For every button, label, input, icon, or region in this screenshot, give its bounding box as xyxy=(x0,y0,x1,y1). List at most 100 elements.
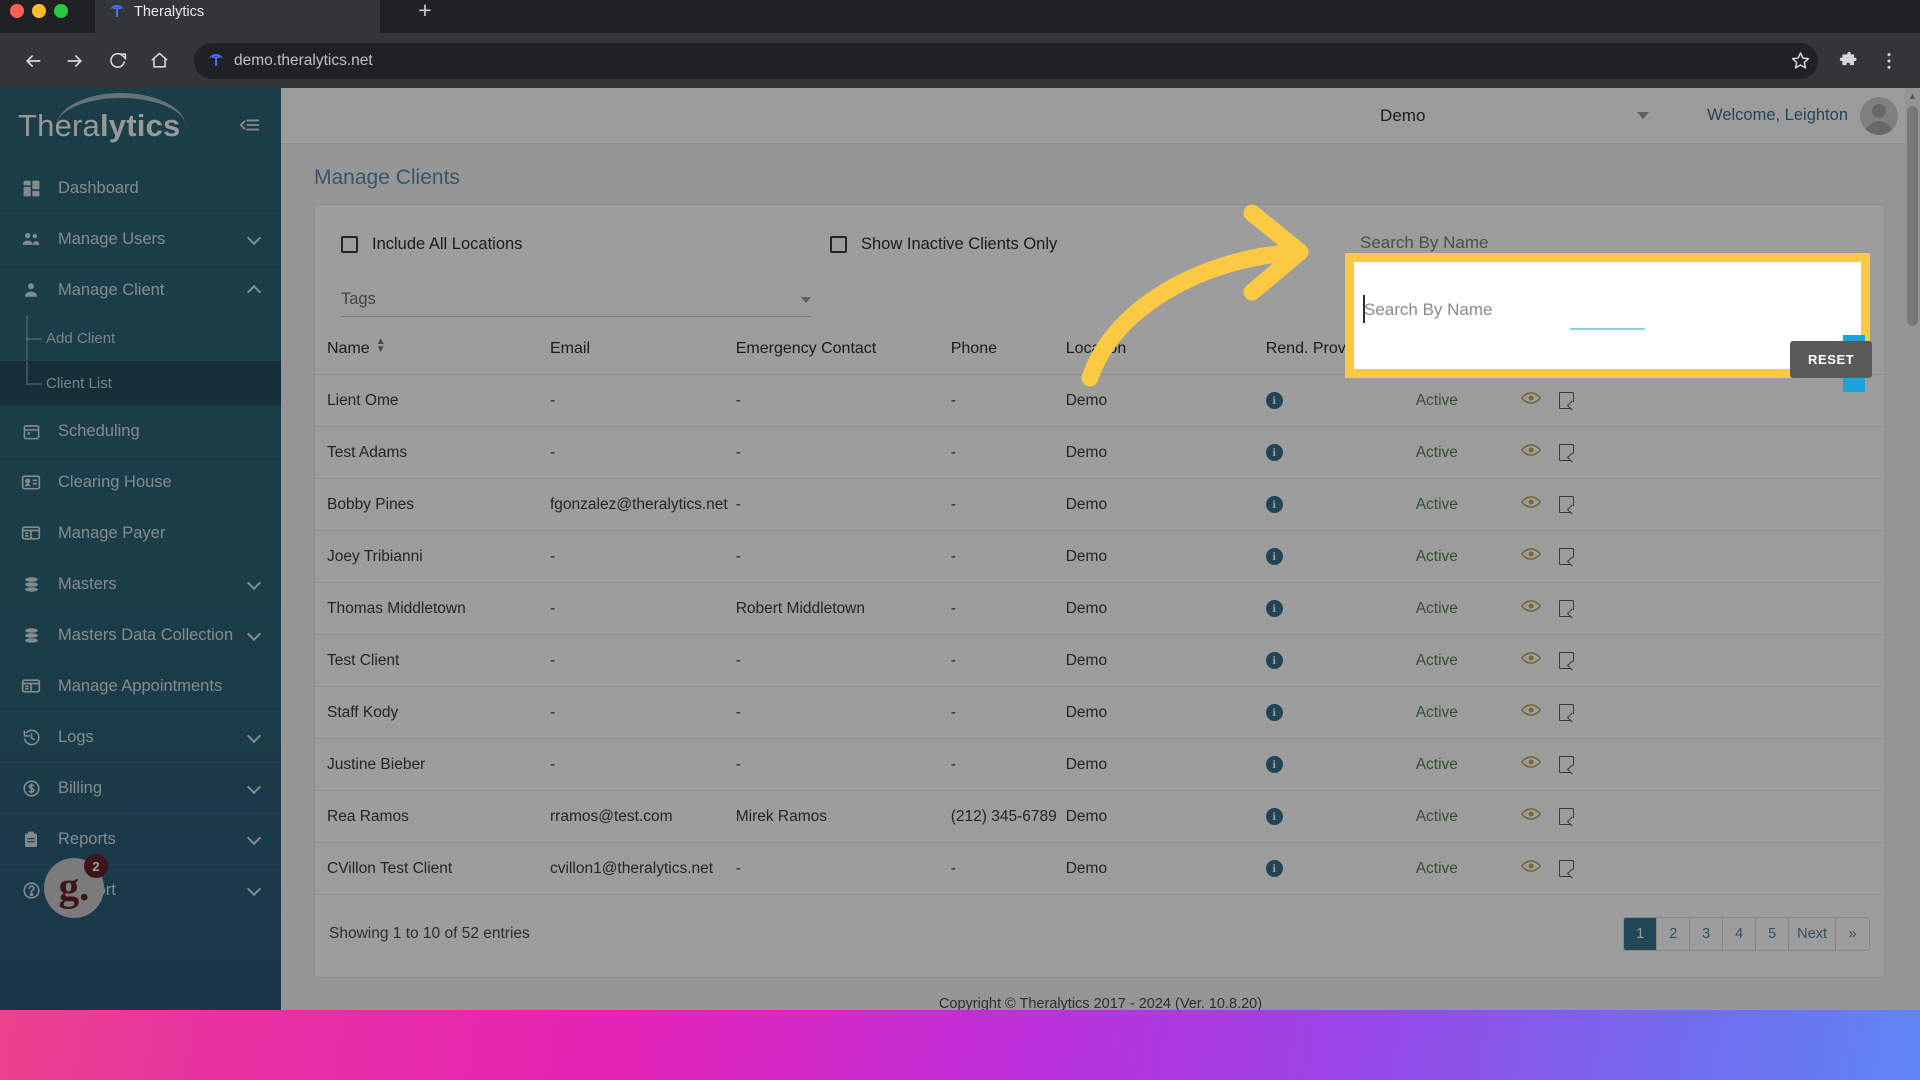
pagination-item[interactable]: 4 xyxy=(1723,918,1756,950)
organization-select[interactable]: Demo xyxy=(1380,106,1655,126)
column-header-name[interactable]: Name▲▼ xyxy=(315,323,550,375)
reset-button[interactable]: RESET xyxy=(1734,285,1816,325)
star-icon[interactable] xyxy=(1782,43,1818,79)
kebab-menu-icon[interactable] xyxy=(1872,44,1906,78)
note-icon[interactable] xyxy=(1559,704,1574,721)
new-tab-button[interactable]: + xyxy=(408,0,442,26)
sidebar-item-manage-client[interactable]: Manage Client xyxy=(0,265,281,316)
note-icon[interactable] xyxy=(1559,756,1574,773)
checkbox-box[interactable] xyxy=(830,236,847,253)
collapse-sidebar-icon[interactable] xyxy=(239,114,261,141)
column-header-action[interactable]: Action xyxy=(1521,323,1884,375)
info-icon[interactable]: i xyxy=(1266,860,1283,877)
sidebar-item-masters-data-collection[interactable]: Masters Data Collection xyxy=(0,610,281,661)
sidebar-item-scheduling[interactable]: Scheduling xyxy=(0,406,281,457)
sidebar-item-reports[interactable]: Reports xyxy=(0,814,281,865)
sidebar-item-support[interactable]: Support xyxy=(0,865,281,916)
welcome-message[interactable]: Welcome, Leighton xyxy=(1707,106,1848,125)
note-icon[interactable] xyxy=(1559,496,1574,513)
table-row[interactable]: Joey Tribianni---DemoiActive xyxy=(315,531,1884,583)
info-icon[interactable]: i xyxy=(1266,548,1283,565)
eye-icon[interactable] xyxy=(1521,547,1541,566)
pagination-item[interactable]: Next xyxy=(1789,918,1836,950)
note-icon[interactable] xyxy=(1559,600,1574,617)
eye-icon[interactable] xyxy=(1521,807,1541,826)
sidebar-item-masters[interactable]: Masters xyxy=(0,559,281,610)
info-icon[interactable]: i xyxy=(1266,600,1283,617)
close-window-button[interactable] xyxy=(10,4,24,18)
pagination-item[interactable]: 3 xyxy=(1690,918,1723,950)
pagination-item[interactable]: » xyxy=(1836,918,1869,950)
eye-icon[interactable] xyxy=(1521,651,1541,670)
sidebar-item-billing[interactable]: Billing xyxy=(0,763,281,814)
tags-select[interactable]: Tags xyxy=(341,290,811,317)
chat-widget-badge[interactable]: g. 2 xyxy=(44,858,104,918)
search-input[interactable]: Search By Name xyxy=(1360,233,1860,262)
table-row[interactable]: Bobby Pinesfgonzalez@theralytics.net--De… xyxy=(315,479,1884,531)
forward-arrow-icon[interactable] xyxy=(56,42,94,80)
table-row[interactable]: Test Adams---DemoiActive xyxy=(315,427,1884,479)
sidebar-item-add-client[interactable]: Add Client xyxy=(0,316,281,361)
info-icon[interactable]: i xyxy=(1266,756,1283,773)
pagination-item[interactable]: 2 xyxy=(1657,918,1690,950)
window-controls[interactable] xyxy=(10,0,68,22)
table-row[interactable]: Rea Ramosrramos@test.comMirek Ramos(212)… xyxy=(315,791,1884,843)
sidebar-item-dashboard[interactable]: Dashboard xyxy=(0,163,281,214)
table-row[interactable]: Justine Bieber---DemoiActive xyxy=(315,739,1884,791)
table-row[interactable]: Lient Ome---DemoiActive xyxy=(315,375,1884,427)
table-row[interactable]: Staff Kody---DemoiActive xyxy=(315,687,1884,739)
note-icon[interactable] xyxy=(1559,860,1574,877)
home-icon[interactable] xyxy=(140,42,178,80)
sidebar-item-client-list[interactable]: Client List xyxy=(0,361,281,406)
eye-icon[interactable] xyxy=(1521,599,1541,618)
minimize-window-button[interactable] xyxy=(32,4,46,18)
info-icon[interactable]: i xyxy=(1266,808,1283,825)
include-all-locations-checkbox[interactable]: Include All Locations xyxy=(341,235,522,254)
table-row[interactable]: CVillon Test Clientcvillon1@theralytics.… xyxy=(315,843,1884,895)
page-scrollbar[interactable]: ▲ xyxy=(1905,88,1920,1010)
brand-logo[interactable]: Theralytics xyxy=(0,88,281,163)
eye-icon[interactable] xyxy=(1521,443,1541,462)
column-header-location[interactable]: Location xyxy=(1066,323,1266,375)
search-button[interactable] xyxy=(1822,285,1868,325)
column-header-status[interactable]: Status xyxy=(1416,323,1521,375)
column-header-phone[interactable]: Phone xyxy=(951,323,1066,375)
eye-icon[interactable] xyxy=(1521,495,1541,514)
user-avatar-icon[interactable] xyxy=(1860,97,1898,135)
browser-tab[interactable]: T Theralytics xyxy=(95,0,380,33)
scrollbar-thumb[interactable] xyxy=(1907,106,1918,326)
column-header-emergency-contact[interactable]: Emergency Contact xyxy=(736,323,951,375)
info-icon[interactable]: i xyxy=(1266,652,1283,669)
reload-icon[interactable] xyxy=(98,42,136,80)
maximize-window-button[interactable] xyxy=(54,4,68,18)
table-row[interactable]: Test Client---DemoiActive xyxy=(315,635,1884,687)
sort-icon[interactable]: ▲▼ xyxy=(376,338,385,354)
info-icon[interactable]: i xyxy=(1266,704,1283,721)
note-icon[interactable] xyxy=(1559,652,1574,669)
info-icon[interactable]: i xyxy=(1266,392,1283,409)
eye-icon[interactable] xyxy=(1521,755,1541,774)
table-row[interactable]: Thomas Middletown-Robert Middletown-Demo… xyxy=(315,583,1884,635)
checkbox-box[interactable] xyxy=(341,236,358,253)
eye-icon[interactable] xyxy=(1521,859,1541,878)
column-header-email[interactable]: Email xyxy=(550,323,736,375)
sidebar-item-manage-users[interactable]: Manage Users xyxy=(0,214,281,265)
sidebar-item-manage-payer[interactable]: Manage Payer xyxy=(0,508,281,559)
eye-icon[interactable] xyxy=(1521,391,1541,410)
info-icon[interactable]: i xyxy=(1266,496,1283,513)
note-icon[interactable] xyxy=(1559,548,1574,565)
scroll-up-icon[interactable]: ▲ xyxy=(1905,88,1920,104)
eye-icon[interactable] xyxy=(1521,703,1541,722)
pagination-item[interactable]: 1 xyxy=(1624,918,1657,950)
sidebar-item-logs[interactable]: Logs xyxy=(0,712,281,763)
back-arrow-icon[interactable] xyxy=(14,42,52,80)
info-icon[interactable]: i xyxy=(1266,444,1283,461)
column-header-rend-provider[interactable]: Rend. Provider xyxy=(1266,323,1416,375)
note-icon[interactable] xyxy=(1559,392,1574,409)
note-icon[interactable] xyxy=(1559,444,1574,461)
address-bar[interactable]: T demo.theralytics.net xyxy=(194,43,1818,79)
sidebar-item-clearing-house[interactable]: Clearing House xyxy=(0,457,281,508)
puzzle-icon[interactable] xyxy=(1832,44,1866,78)
show-inactive-clients-checkbox[interactable]: Show Inactive Clients Only xyxy=(830,235,1057,254)
note-icon[interactable] xyxy=(1559,808,1574,825)
